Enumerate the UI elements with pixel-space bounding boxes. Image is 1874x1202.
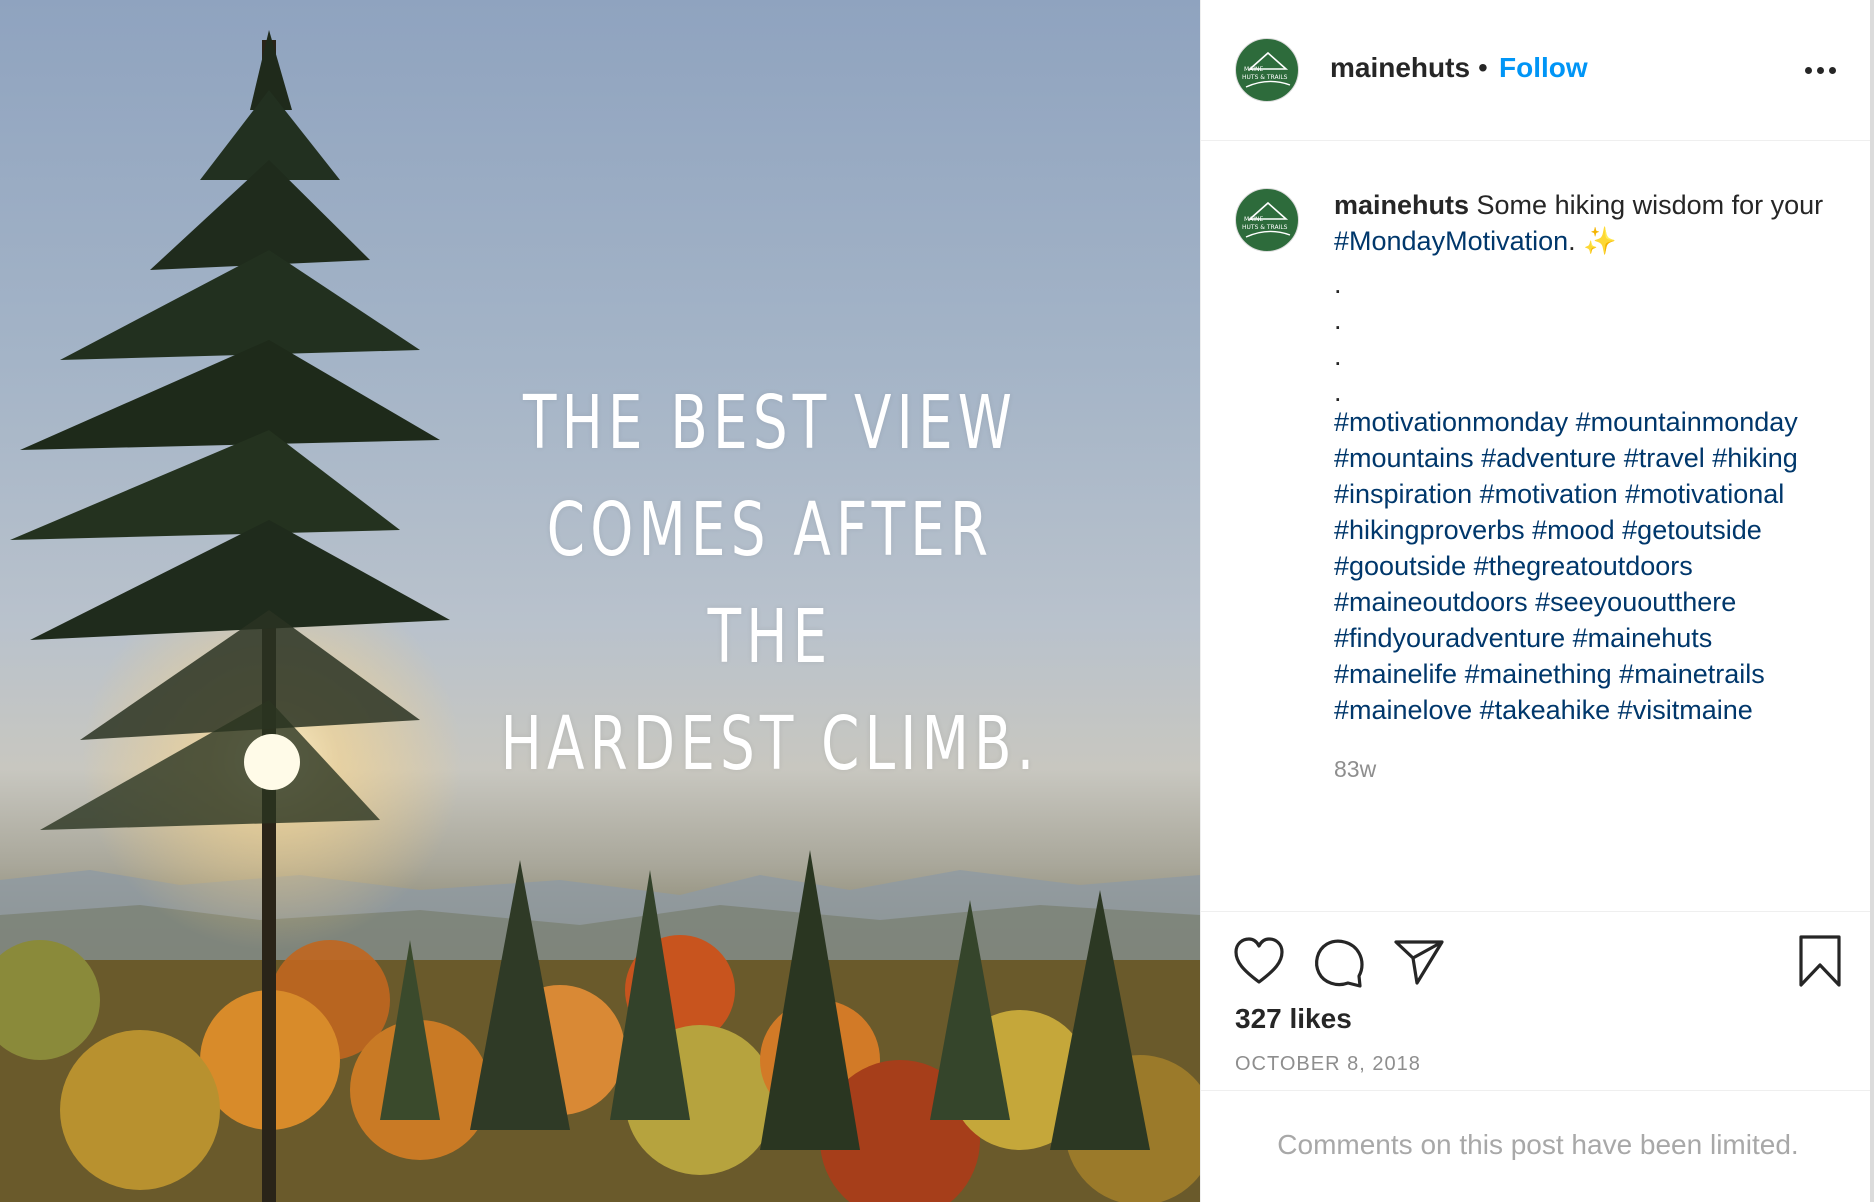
more-dot [1817, 67, 1824, 74]
post-header: MAINE HUTS & TRAILS mainehuts • Follow [1201, 0, 1874, 141]
post-side-panel: MAINE HUTS & TRAILS mainehuts • Follow M… [1200, 0, 1874, 1202]
avatar-text-1: MAINE [1244, 216, 1264, 223]
paper-plane-icon[interactable] [1393, 938, 1445, 986]
avatar-text-1: MAINE [1244, 66, 1264, 73]
scrollbar-track[interactable] [1870, 0, 1874, 1202]
quote-line-2: COMES AFTER THE [546, 487, 994, 680]
header-separator: • [1478, 52, 1488, 83]
caption-avatar[interactable]: MAINE HUTS & TRAILS [1235, 188, 1299, 252]
heart-icon[interactable] [1233, 936, 1285, 986]
hashtag-list: #motivationmonday #mountainmonday #mount… [1334, 404, 1864, 728]
caption-dot: . [1334, 341, 1342, 371]
quote-text: THE BEST VIEW COMES AFTER THE HARDEST CL… [481, 370, 1058, 798]
post-age[interactable]: 83w [1334, 756, 1376, 783]
quote-line-3: HARDEST CLIMB. [500, 701, 1040, 787]
caption-dot: . [1334, 269, 1342, 299]
hashtag-line[interactable]: #hikingproverbs #mood #getoutside [1334, 512, 1864, 548]
post-date: OCTOBER 8, 2018 [1235, 1053, 1421, 1075]
bookmark-icon[interactable] [1797, 934, 1843, 988]
hashtag-line[interactable]: #mainelove #takeahike #visitmaine [1334, 692, 1864, 728]
more-options-icon[interactable] [1801, 58, 1841, 82]
follow-button[interactable]: Follow [1499, 52, 1588, 84]
more-dot [1805, 67, 1812, 74]
caption-text: Some hiking wisdom for your [1469, 190, 1824, 220]
comments-area: Comments on this post have been limited. [1201, 1090, 1874, 1202]
caption-hashtag[interactable]: #MondayMotivation [1334, 226, 1568, 256]
hashtag-line[interactable]: #motivationmonday #mountainmonday [1334, 404, 1864, 440]
actions-divider [1201, 911, 1874, 912]
avatar[interactable]: MAINE HUTS & TRAILS [1235, 38, 1299, 102]
caption: mainehuts Some hiking wisdom for your #M… [1334, 187, 1854, 259]
logo-icon: MAINE HUTS & TRAILS [1242, 201, 1291, 238]
comments-limited-notice: Comments on this post have been limited. [1277, 1129, 1799, 1160]
more-dot [1829, 67, 1836, 74]
avatar-text-2: HUTS & TRAILS [1242, 74, 1288, 81]
caption-dots: . . . . [1334, 266, 1342, 410]
caption-username[interactable]: mainehuts [1334, 190, 1469, 220]
hashtag-line[interactable]: #findyouradventure #mainehuts [1334, 620, 1864, 656]
hashtag-line[interactable]: #mainelife #mainething #mainetrails [1334, 656, 1864, 692]
hashtag-line[interactable]: #gooutside #thegreatoutdoors [1334, 548, 1864, 584]
hashtag-line[interactable]: #inspiration #motivation #motivational [1334, 476, 1864, 512]
comment-icon[interactable] [1313, 936, 1365, 988]
quote-line-1: THE BEST VIEW [522, 380, 1018, 466]
hashtag-line[interactable]: #maineoutdoors #seeyououtthere [1334, 584, 1864, 620]
header-username[interactable]: mainehuts [1330, 52, 1470, 84]
post-image[interactable]: THE BEST VIEW COMES AFTER THE HARDEST CL… [0, 0, 1200, 1202]
avatar-text-2: HUTS & TRAILS [1242, 224, 1288, 231]
likes-count[interactable]: 327 likes [1235, 1003, 1352, 1035]
caption-suffix: . ✨ [1568, 226, 1617, 256]
hashtag-line[interactable]: #mountains #adventure #travel #hiking [1334, 440, 1864, 476]
logo-icon: MAINE HUTS & TRAILS [1242, 51, 1291, 88]
caption-dot: . [1334, 305, 1342, 335]
